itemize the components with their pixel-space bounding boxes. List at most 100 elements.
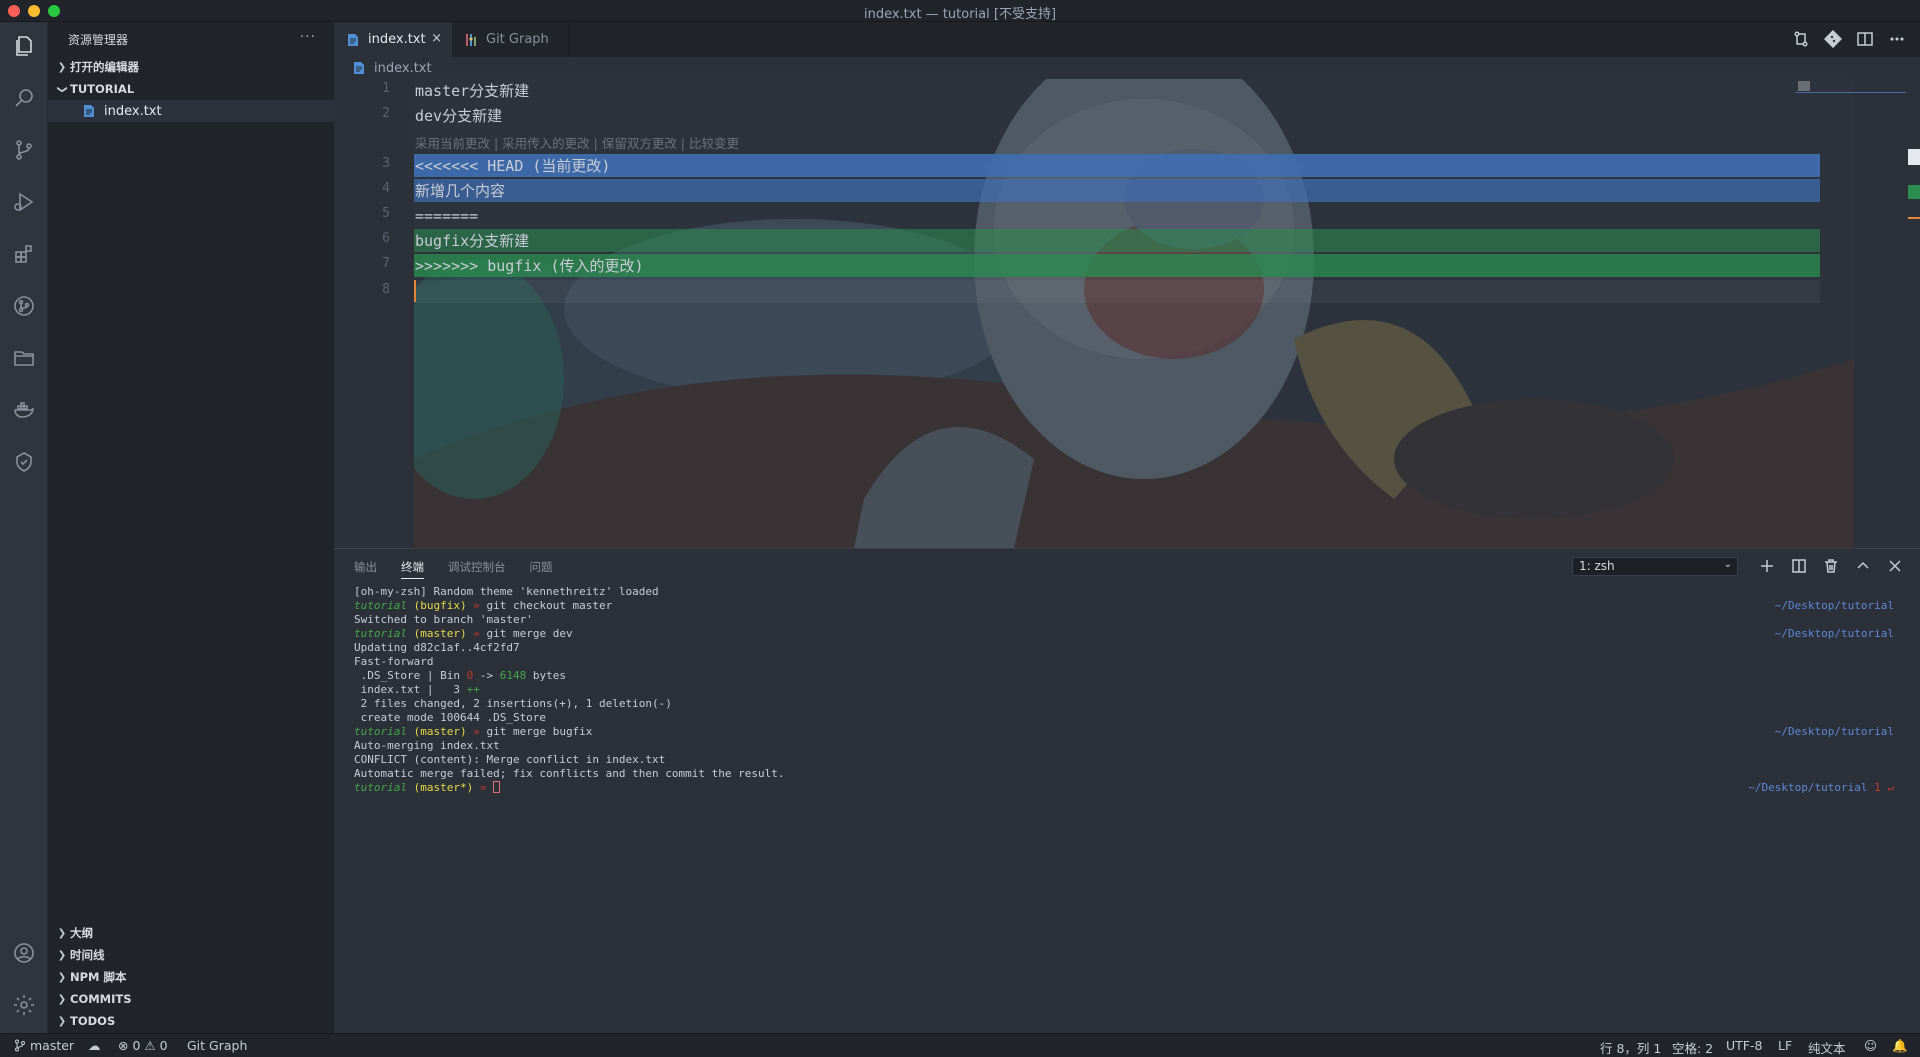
error-count: 0 [132,1038,141,1053]
code-line-current[interactable] [414,280,1820,303]
tab-index-txt[interactable]: index.txt × [334,22,452,57]
terminal-text: 6148 [499,669,527,682]
scrollbar-thumb[interactable] [1908,149,1920,165]
text-file-icon [82,104,96,118]
git-graph-icon[interactable] [0,282,48,330]
warning-count: 0 [159,1038,168,1053]
conflict-separator[interactable]: ======= [414,204,478,227]
prompt-dir: tutorial [354,725,407,738]
timeline-label: 时间线 [70,948,105,962]
terminal-text: [oh-my-zsh] Random theme 'kennethreitz' … [354,585,659,598]
conflict-incoming-header[interactable]: >>>>>>> bugfix (传入的更改) [414,254,1820,277]
bell-icon[interactable]: 🔔 [1892,1038,1908,1054]
minimap-slider[interactable] [1798,81,1810,91]
line-number: 3 [382,156,390,171]
end-of-line[interactable]: LF [1778,1038,1792,1053]
conflict-incoming-content[interactable]: bugfix分支新建 [414,229,1820,252]
terminal-text: CONFLICT (content): Merge conflict in in… [354,753,666,766]
problems-status[interactable]: ⊗ 0 ⚠ 0 [118,1038,168,1053]
bottom-panel: 输出 终端 调试控制台 问题 1: zsh ⌄ [oh-my-zsh] Rand… [334,548,1920,1033]
npm-scripts-section[interactable]: ❯ NPM 脚本 [48,966,334,988]
terminal-text: bytes [526,669,566,682]
activity-bar [0,22,48,1033]
timeline-section[interactable]: ❯ 时间线 [48,944,334,966]
terminal-select[interactable]: 1: zsh ⌄ [1572,557,1738,576]
feedback-icon[interactable]: ☺ [1864,1038,1877,1053]
prompt-dir: tutorial [354,627,407,640]
branch-status[interactable]: master [14,1038,74,1053]
tutorial-folder-section[interactable]: ❯ TUTORIAL [48,78,334,100]
prompt-dir: tutorial [354,781,407,794]
terminal-prompt-line: tutorial (master*) » ~/Desktop/tutorial … [354,781,1894,795]
folder-icon[interactable] [0,334,48,382]
sync-icon[interactable]: ☁ [88,1038,101,1053]
line-number: 1 [382,81,390,96]
tab-problems[interactable]: 问题 [530,559,553,579]
file-item-index-txt[interactable]: index.txt [48,100,334,122]
outline-label: 大纲 [70,926,93,940]
breadcrumb[interactable]: index.txt [334,57,432,79]
terminal-line: Updating d82c1af..4cf2fd7 [354,641,1894,655]
tab-debug-console[interactable]: 调试控制台 [448,559,506,579]
conflict-current-header[interactable]: <<<<<<< HEAD (当前更改) [414,154,1820,177]
extensions-icon[interactable] [0,230,48,278]
more-editor-actions-icon[interactable] [1888,30,1906,48]
commits-section[interactable]: ❯ COMMITS [48,988,334,1010]
explorer-icon[interactable] [0,22,48,70]
terminal-cursor [493,781,501,793]
close-panel-icon[interactable] [1886,557,1904,575]
new-terminal-icon[interactable] [1758,557,1776,575]
docker-icon[interactable] [0,386,48,434]
tab-git-graph[interactable]: Git Graph [452,22,570,57]
todos-section[interactable]: ❯ TODOS [48,1010,334,1032]
scrollbar-cursor-marker [1908,217,1920,219]
open-editors-label: 打开的编辑器 [70,60,139,74]
terminal-text: .DS_Store | Bin [354,669,467,682]
checklist-icon[interactable] [0,438,48,486]
minimap[interactable] [1796,79,1906,93]
terminal-output[interactable]: [oh-my-zsh] Random theme 'kennethreitz' … [354,585,1894,795]
git-diamond-icon[interactable] [1823,29,1843,49]
code-line[interactable]: master分支新建 [414,79,529,102]
indentation[interactable]: 空格: 2 [1672,1038,1713,1057]
split-terminal-icon[interactable] [1790,557,1808,575]
chevron-up-icon[interactable] [1854,557,1872,575]
terminal-prompt-line: tutorial (master) » git merge bugfix ~/De… [354,725,1894,739]
prompt-branch: (master) [413,725,467,738]
settings-gear-icon[interactable] [0,981,48,1029]
terminal-text: 2 files changed, 2 insertions(+), 1 dele… [354,697,672,710]
prompt-arrow: » [473,599,480,612]
account-icon[interactable] [0,929,48,977]
tab-terminal[interactable]: 终端 [401,559,424,579]
outline-section[interactable]: ❯ 大纲 [48,922,334,944]
code-editor[interactable]: 1 master分支新建 2 dev分支新建 采用当前更改 | 采用传入的更改 … [334,79,1920,548]
commits-label: COMMITS [70,992,132,1006]
open-changes-icon[interactable] [1792,30,1810,48]
source-control-icon[interactable] [0,126,48,174]
terminal-prompt-line: tutorial (master) » git merge dev ~/Deskt… [354,627,1894,641]
conflict-current-content[interactable]: 新增几个内容 [414,179,1820,202]
merge-conflict-codelens[interactable]: 采用当前更改 | 采用传入的更改 | 保留双方更改 | 比较变更 [415,133,739,152]
encoding[interactable]: UTF-8 [1726,1038,1762,1053]
editor-actions [1792,29,1906,49]
scrollbar-incoming-marker [1908,185,1920,199]
terminal-text: create mode 100644 .DS_Store [354,711,547,724]
open-editors-section[interactable]: ❯ 打开的编辑器 [48,56,334,78]
tab-output[interactable]: 输出 [354,559,377,579]
run-debug-icon[interactable] [0,178,48,226]
split-editor-icon[interactable] [1856,30,1874,48]
language-mode[interactable]: 纯文本 [1808,1038,1846,1057]
trash-icon[interactable] [1822,557,1840,575]
close-tab-icon[interactable]: × [431,31,442,46]
title-bar: index.txt — tutorial [不受支持] [0,0,1920,22]
more-actions-button[interactable]: ··· [300,29,316,45]
chevron-right-icon: ❯ [57,927,67,939]
cursor-position[interactable]: 行 8，列 1 [1600,1038,1661,1057]
terminal-line: .DS_Store | Bin 0 -> 6148 bytes [354,669,1894,683]
code-line[interactable]: dev分支新建 [414,104,502,127]
terminal-line: create mode 100644 .DS_Store [354,711,1894,725]
search-icon[interactable] [0,74,48,122]
editor-tabs: index.txt × Git Graph [334,22,1920,57]
git-graph-status[interactable]: Git Graph [187,1038,247,1053]
terminal-select-value: 1: zsh [1579,559,1615,573]
